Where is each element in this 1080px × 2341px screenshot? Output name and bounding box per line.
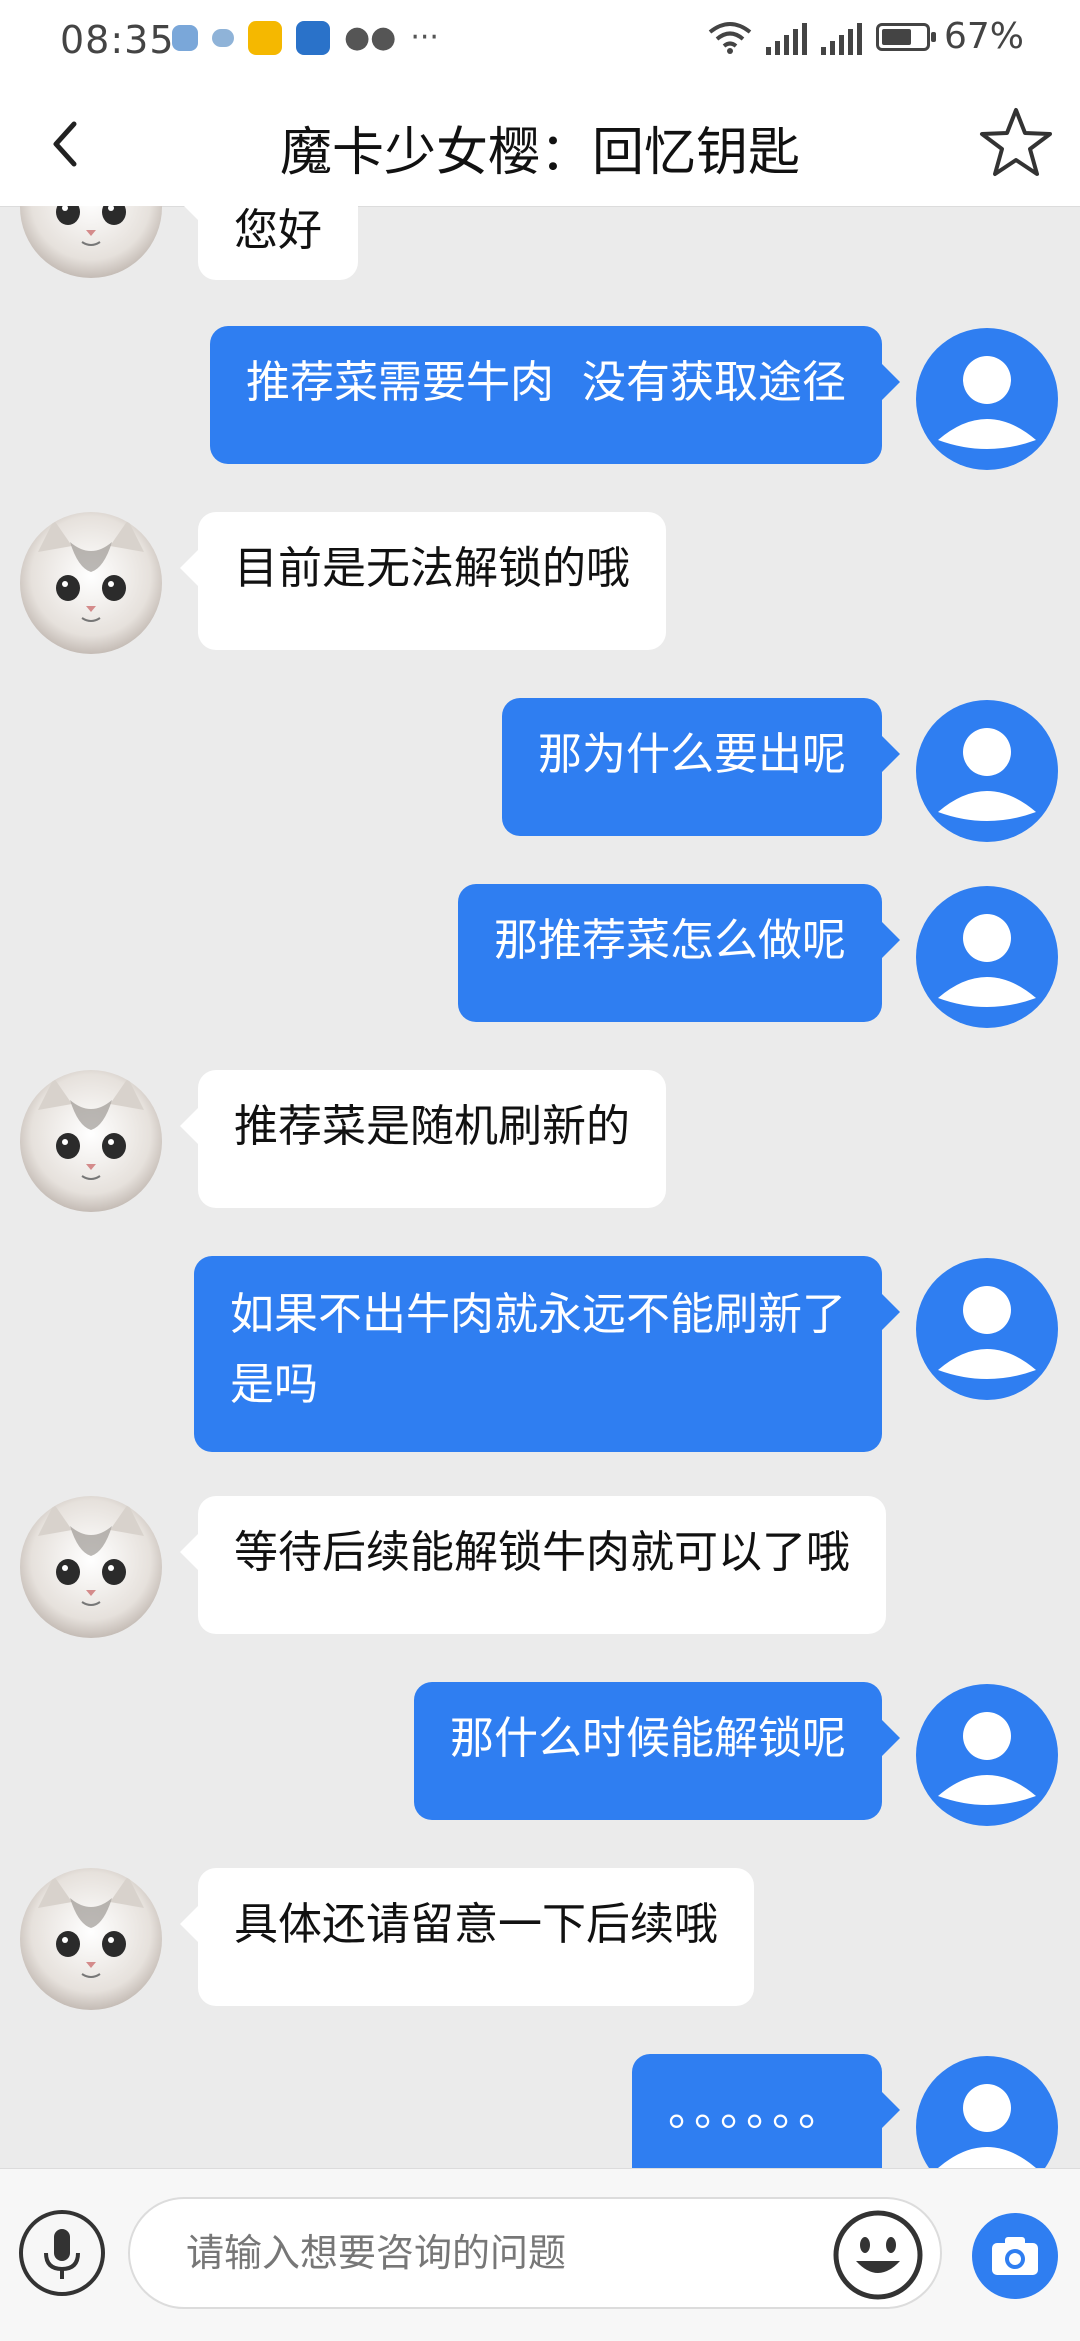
message-bubble-me: 那什么时候能解锁呢 xyxy=(414,1682,900,1820)
status-bar: 08:35 ●● ··· 67% xyxy=(0,0,1080,80)
wechat-icon: ●● xyxy=(344,20,397,55)
question-input[interactable] xyxy=(128,2197,942,2309)
notification-icons: ●● ··· xyxy=(172,20,439,55)
message-bubble-me: 那推荐菜怎么做呢 xyxy=(458,884,900,1022)
app-notification-icon xyxy=(172,24,198,51)
mic-icon xyxy=(19,2210,105,2296)
status-time: 08:35 xyxy=(60,18,175,62)
cat-avatar xyxy=(20,206,162,278)
message-bubble-cs: 您好 xyxy=(180,206,358,280)
emoji-icon xyxy=(833,2210,923,2300)
signal-4g-1-icon xyxy=(765,19,807,55)
message-bubble-me: 那为什么要出呢 xyxy=(502,698,900,836)
battery-percent: 67% xyxy=(943,16,1024,57)
battery-icon xyxy=(875,22,936,51)
user-avatar xyxy=(916,700,1058,842)
star-icon xyxy=(980,108,1052,176)
input-bar xyxy=(0,2168,1080,2341)
cat-avatar xyxy=(20,1496,162,1638)
more-notifications-icon: ··· xyxy=(410,20,439,55)
message-bubble-me: 如果不出牛肉就永远不能刷新了 是吗 xyxy=(194,1256,900,1452)
voice-input-button[interactable] xyxy=(18,2209,106,2297)
page-title: 魔卡少女樱：回忆钥匙 xyxy=(279,123,800,183)
message-bubble-me: 推荐菜需要牛肉 没有获取途径 xyxy=(210,326,900,464)
user-avatar xyxy=(916,2056,1058,2168)
user-avatar xyxy=(916,328,1058,470)
signal-4g-2-icon xyxy=(820,19,862,55)
camera-icon xyxy=(992,2237,1038,2275)
cat-avatar xyxy=(20,1070,162,1212)
cat-avatar xyxy=(20,512,162,654)
camera-button[interactable] xyxy=(972,2213,1058,2299)
user-avatar xyxy=(916,886,1058,1028)
gift-notification-icon xyxy=(248,20,282,55)
favorite-button[interactable] xyxy=(976,102,1056,182)
user-avatar xyxy=(916,1684,1058,1826)
chat-header: 魔卡少女樱：回忆钥匙 xyxy=(0,80,1080,207)
cat-avatar xyxy=(20,1868,162,2010)
message-bubble-cs: 推荐菜是随机刷新的 xyxy=(180,1070,666,1208)
chat-message-list[interactable]: 您好 推荐菜需要牛肉 没有获取途径 目前是无法解锁的哦 那为什么要出呢 那推荐菜… xyxy=(0,206,1080,2168)
message-bubble-cs: 具体还请留意一下后续哦 xyxy=(180,1868,754,2006)
emoji-button[interactable] xyxy=(832,2209,924,2301)
message-bubble-me: 。。。。。。 xyxy=(632,2054,900,2168)
cloud-notification-icon xyxy=(212,28,234,47)
message-bubble-cs: 目前是无法解锁的哦 xyxy=(180,512,666,650)
user-avatar xyxy=(916,1258,1058,1400)
bank-notification-icon xyxy=(296,20,330,55)
message-bubble-cs: 等待后续能解锁牛肉就可以了哦 xyxy=(180,1496,886,1634)
wifi-icon xyxy=(708,21,752,54)
